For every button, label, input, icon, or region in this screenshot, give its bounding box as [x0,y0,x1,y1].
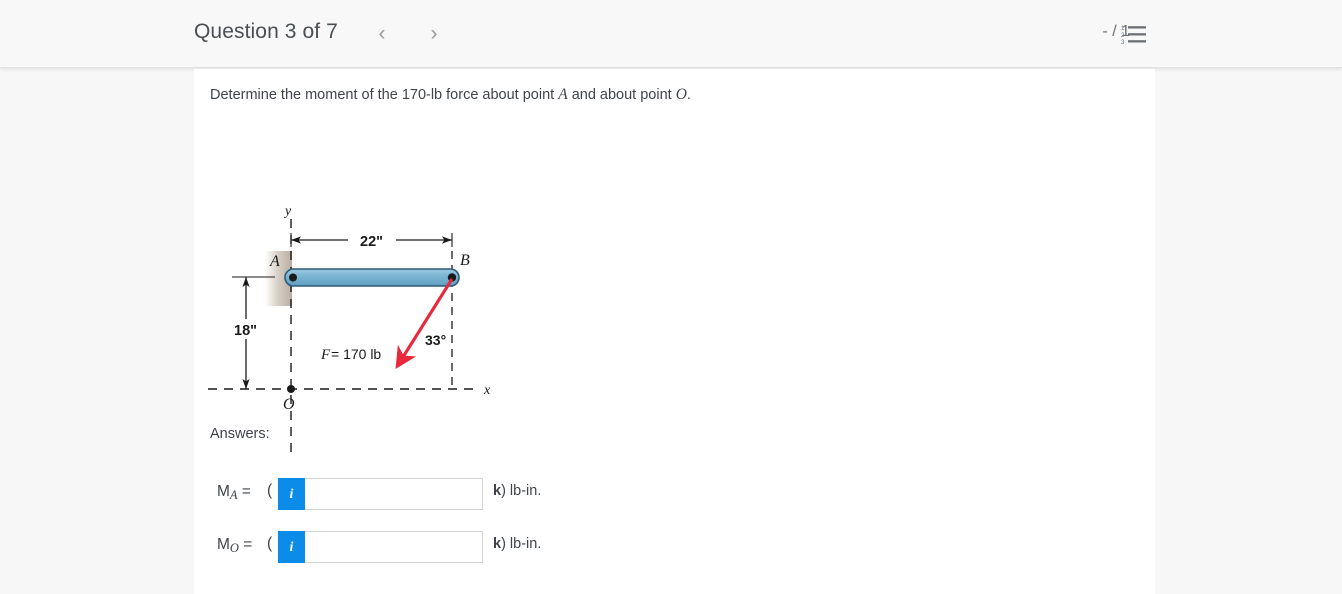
svg-text:2: 2 [1121,33,1125,39]
open-paren-ma: ( [267,482,273,499]
unit-k-ma: k [493,483,502,499]
unit-rest-mo: ) lb-in. [501,536,542,552]
moment-symbol: M [217,483,230,500]
beam [284,268,460,287]
force-value-label: = 170 lb [331,346,381,362]
unit-k-mo: k [493,536,502,552]
info-button-ma[interactable]: i [278,478,305,510]
statics-diagram: y x 22" 18" A B O 33° F = 170 lb [202,123,532,453]
equals-sign: = [238,536,253,553]
answer-label-mo: MO = [217,536,252,556]
unit-rest-ma: ) lb-in. [501,483,542,499]
prompt-point-a: A [558,86,568,103]
prompt-part-1: Determine the moment of the 170-lb force… [210,87,559,103]
prompt-point-o: O [675,86,687,103]
equals-sign: = [237,483,251,500]
force-symbol-label: F [320,347,331,363]
label-o: O [283,396,295,413]
vertical-dimension-label: 18" [234,323,257,339]
question-card: Determine the moment of the 170-lb force… [194,69,1155,594]
chevron-right-icon: › [430,22,438,45]
moment-subscript: A [229,488,238,502]
angle-label: 33° [425,332,446,348]
label-b: B [460,252,470,269]
answer-input-mo[interactable] [305,531,483,563]
y-axis-label: y [283,204,292,219]
answers-heading: Answers: [210,426,270,442]
origin-point [287,385,295,393]
force-arrow [395,278,454,369]
question-prompt: Determine the moment of the 170-lb force… [210,86,691,104]
label-a: A [269,253,280,270]
open-paren-mo: ( [267,535,273,552]
pin-a [289,273,297,282]
info-button-mo[interactable]: i [278,531,305,563]
chevron-left-icon: ‹ [378,22,386,45]
horizontal-dimension-label: 22" [360,234,383,250]
answer-label-ma: MA = [217,483,251,503]
previous-question-button[interactable]: ‹ [368,20,396,48]
x-axis-label: x [483,383,491,398]
moment-subscript: O [229,541,239,555]
moment-symbol: M [217,536,230,553]
prompt-part-2: and about point [567,87,676,103]
prompt-part-3: . [686,87,691,103]
numbered-list-icon[interactable]: 1 2 3 [1121,24,1147,46]
svg-text:3: 3 [1121,40,1125,46]
answer-input-ma[interactable] [305,478,483,510]
answer-unit-ma: k) lb-in. [493,483,541,499]
answer-unit-mo: k) lb-in. [493,536,541,552]
page-title: Question 3 of 7 [194,20,338,43]
top-bar: Question 3 of 7 ‹ › - / 1 1 2 3 [0,0,1342,68]
next-question-button[interactable]: › [420,20,448,48]
svg-text:1: 1 [1121,26,1125,32]
